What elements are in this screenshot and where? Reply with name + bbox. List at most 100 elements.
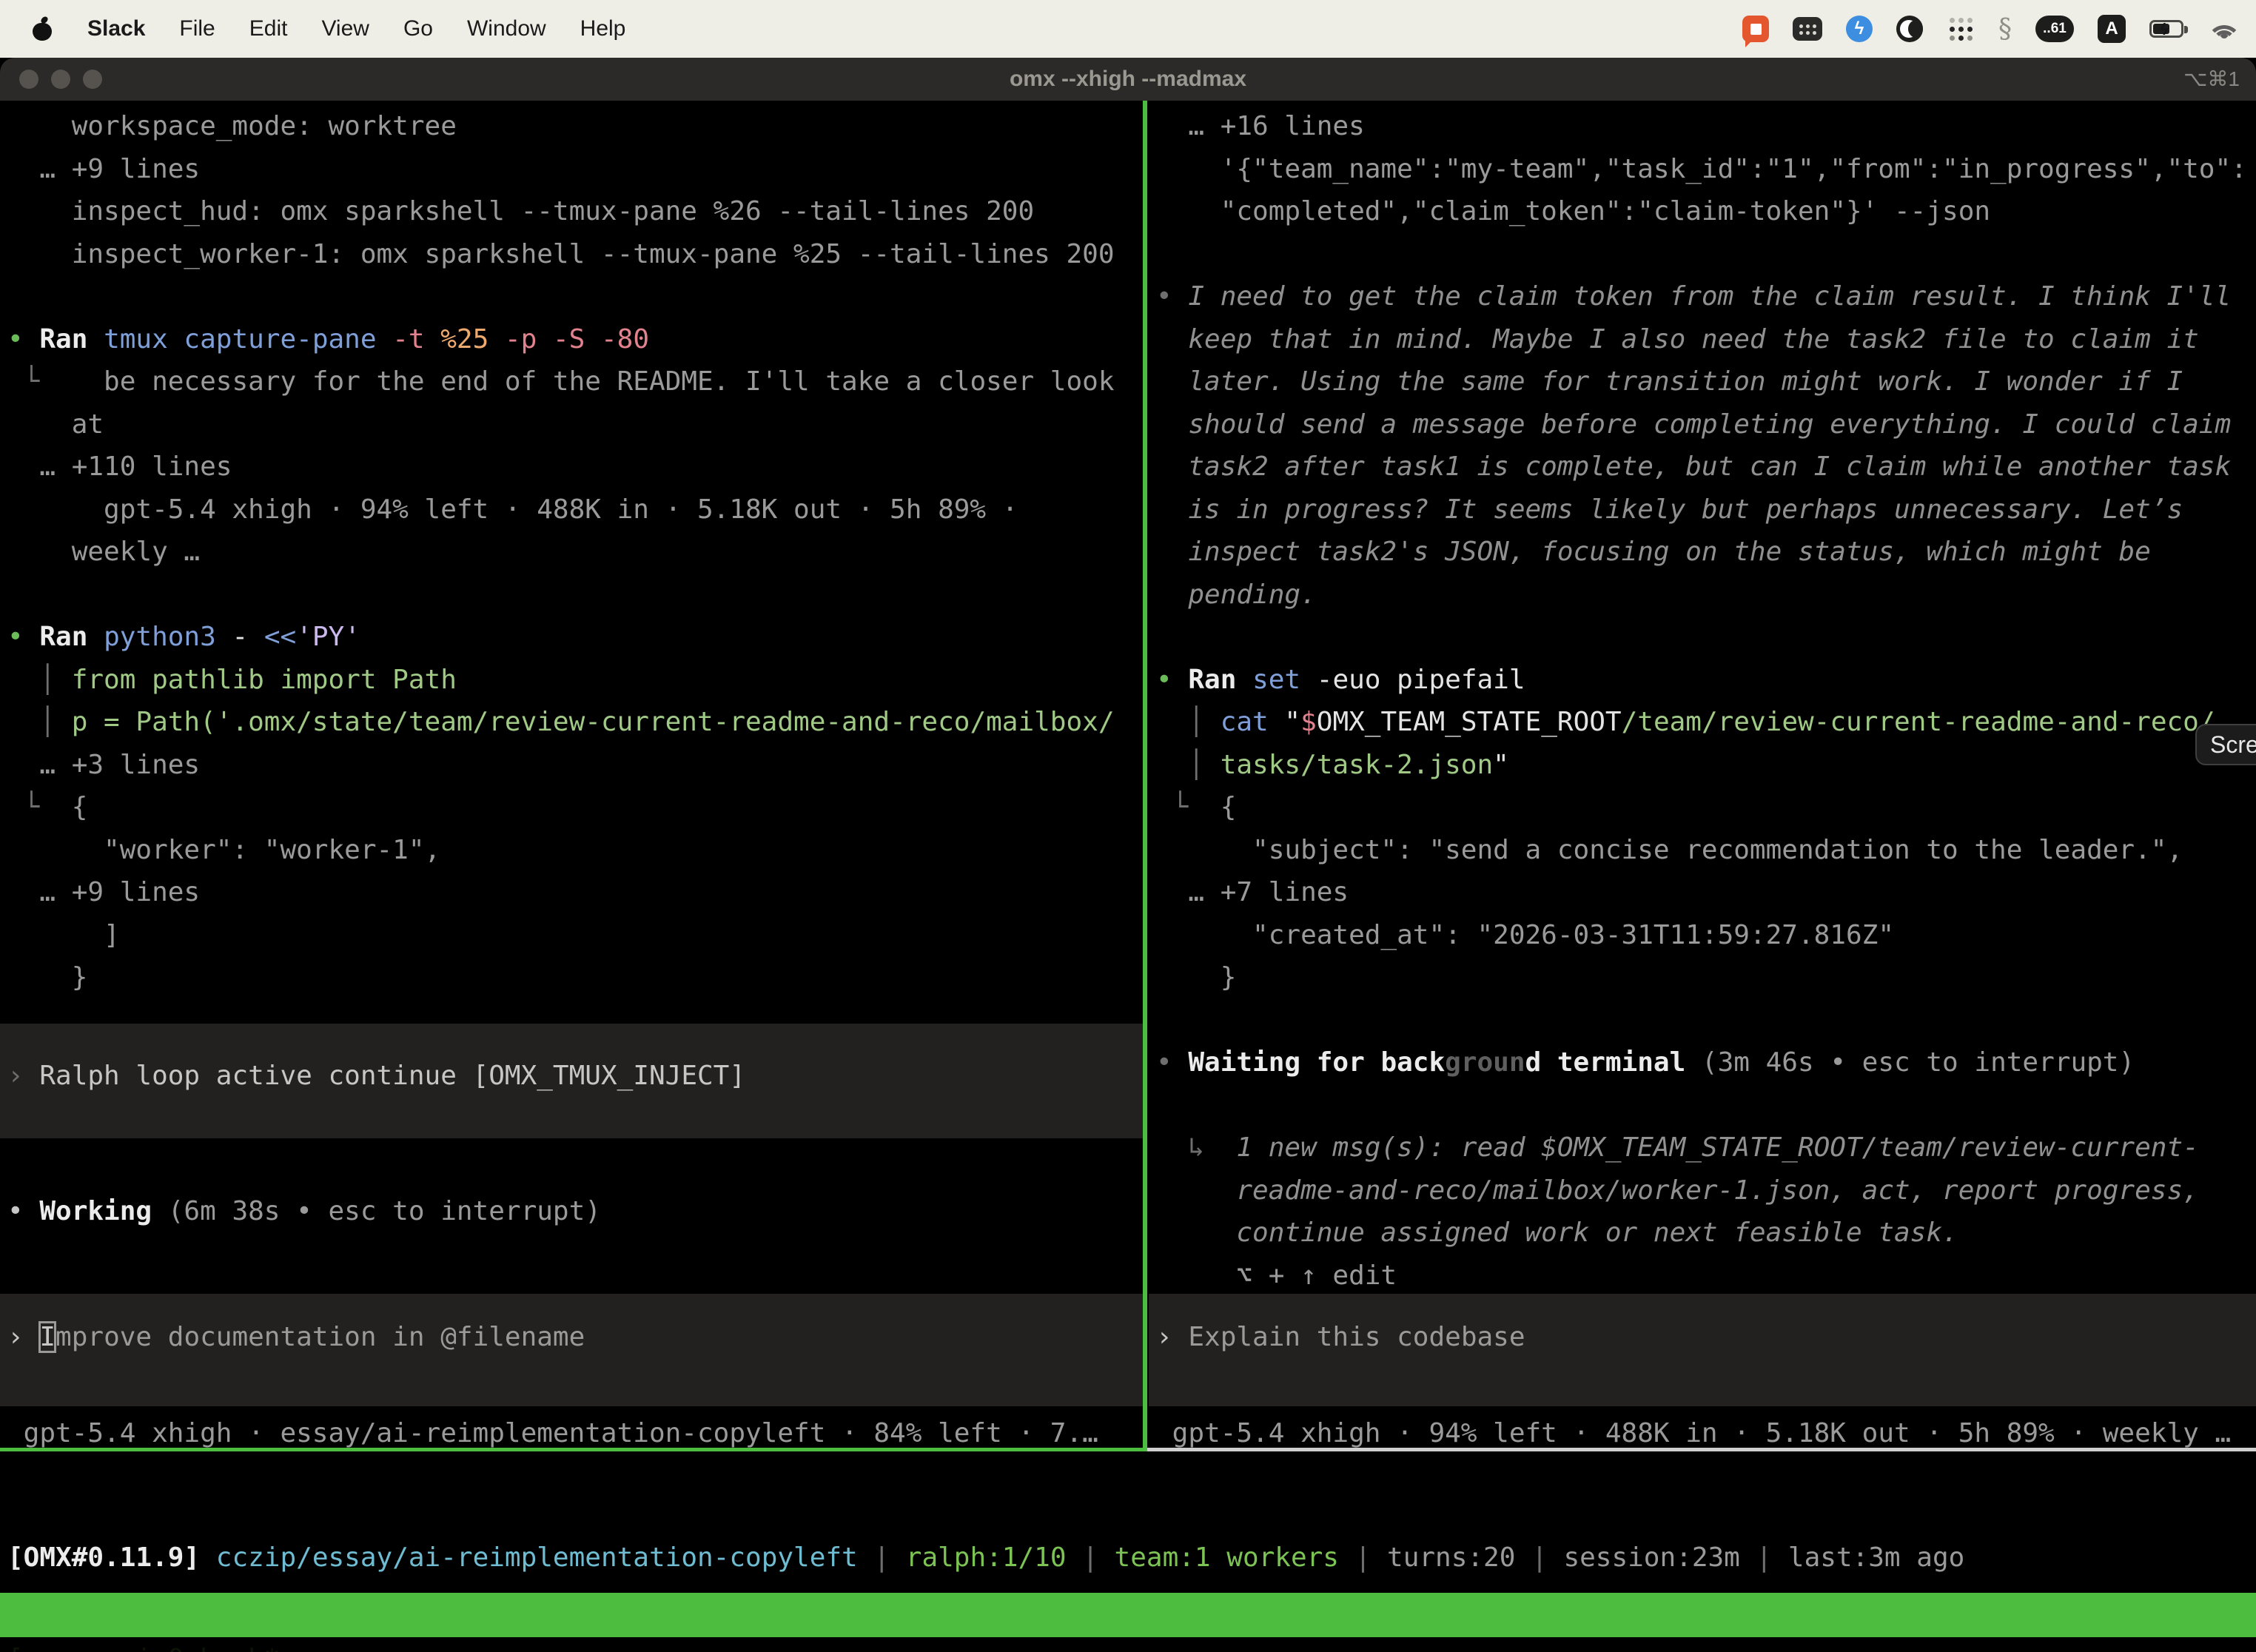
terminal-line: › Improve documentation in @filename bbox=[0, 1316, 1144, 1359]
menu-item-help[interactable]: Help bbox=[580, 16, 626, 41]
terminal-line: … +3 lines bbox=[7, 744, 1144, 787]
terminal-line: weekly … bbox=[7, 531, 1144, 574]
terminal-line: gpt-5.4 xhigh · 94% left · 488K in · 5.1… bbox=[1156, 1412, 2256, 1448]
dots-grid-icon[interactable] bbox=[1947, 15, 1975, 43]
terminal-line: '{"team_name":"my-team","task_id":"1","f… bbox=[1156, 148, 2256, 191]
chat-app-icon[interactable] bbox=[1742, 16, 1769, 42]
terminal-line: is in progress? It seems likely but perh… bbox=[1156, 488, 2256, 531]
terminal-line bbox=[7, 574, 1144, 617]
screen: Slack File Edit View Go Window Help ϟ § … bbox=[0, 0, 2256, 1652]
menu-item-go[interactable]: Go bbox=[403, 16, 433, 41]
prompt-input-right-text: › Explain this codebase bbox=[1149, 1316, 2256, 1359]
terminal-line bbox=[1156, 616, 2256, 659]
keyboard-app-icon[interactable] bbox=[1793, 17, 1822, 41]
terminal-line: … +9 lines bbox=[7, 148, 1144, 191]
prompt-input-right[interactable]: › Explain this codebase bbox=[1149, 1294, 2256, 1406]
window-title: omx --xhigh --madmax bbox=[1010, 58, 1246, 101]
terminal-line: │ tasks/task-2.json" bbox=[1156, 744, 2256, 787]
terminal-line: • Waiting for background terminal (3m 46… bbox=[1156, 1041, 2256, 1084]
wifi-icon[interactable] bbox=[2207, 18, 2241, 40]
window-titlebar[interactable]: omx --xhigh --madmax ⌥⌘1 bbox=[0, 58, 2256, 101]
menu-item-window[interactable]: Window bbox=[467, 16, 546, 41]
terminal-line: readme-and-reco/mailbox/worker-1.json, a… bbox=[1156, 1169, 2256, 1212]
apple-logo-icon[interactable] bbox=[33, 17, 52, 41]
terminal-line: ] bbox=[7, 914, 1144, 957]
terminal-line: inspect_hud: omx sparkshell --tmux-pane … bbox=[7, 190, 1144, 233]
menu-item-edit[interactable]: Edit bbox=[249, 16, 288, 41]
terminal-line: "completed","claim_token":"claim-token"}… bbox=[1156, 190, 2256, 233]
terminal-line: … +9 lines bbox=[7, 871, 1144, 914]
battery-charging-icon[interactable]: ϟ bbox=[2149, 20, 2183, 38]
menu-item-file[interactable]: File bbox=[179, 16, 215, 41]
terminal-line: │ cat "$OMX_TEAM_STATE_ROOT/team/review-… bbox=[1156, 701, 2256, 744]
terminal-line: • Ran set -euo pipefail bbox=[1156, 659, 2256, 702]
terminal-line bbox=[1156, 999, 2256, 1042]
terminal-line: • Working (6m 38s • esc to interrupt) bbox=[7, 1190, 1144, 1233]
menu-bar: Slack File Edit View Go Window Help ϟ § … bbox=[0, 0, 2256, 58]
terminal-line: • I need to get the claim token from the… bbox=[1156, 275, 2256, 318]
terminal-window: omx --xhigh --madmax ⌥⌘1 workspace_mode:… bbox=[0, 58, 2256, 1652]
terminal-line: gpt-5.4 xhigh · 94% left · 488K in · 5.1… bbox=[7, 488, 1144, 531]
input-source-icon[interactable]: A bbox=[2098, 15, 2126, 43]
terminal-line: keep that in mind. Maybe I also need the… bbox=[1156, 318, 2256, 361]
tmux-pane-right[interactable]: … +16 lines '{"team_name":"my-team","tas… bbox=[1149, 101, 2256, 1448]
tmux-status-bar: [omx-cczip0:bash* "MacBook-Pro-44.local"… bbox=[0, 1593, 2256, 1637]
left-conversation-log: workspace_mode: worktree … +9 lines insp… bbox=[7, 105, 1144, 999]
zoom-button[interactable] bbox=[83, 70, 102, 89]
terminal-line: └ be necessary for the end of the README… bbox=[7, 360, 1144, 403]
traffic-lights bbox=[19, 70, 102, 89]
ralph-loop-banner: › Ralph loop active continue [OMX_TMUX_I… bbox=[0, 1024, 1144, 1138]
window-shortcut-badge: ⌥⌘1 bbox=[2183, 58, 2240, 101]
left-model-statusline: gpt-5.4 xhigh · essay/ai-reimplementatio… bbox=[7, 1412, 1144, 1448]
crescent-app-icon[interactable] bbox=[1896, 16, 1923, 42]
terminal-line: › Explain this codebase bbox=[1149, 1316, 2256, 1359]
terminal-line: • Ran python3 - <<'PY' bbox=[7, 616, 1144, 659]
terminal-line: } bbox=[7, 956, 1144, 999]
terminal-line: [OMX#0.11.9] cczip/essay/ai-reimplementa… bbox=[7, 1537, 2250, 1579]
terminal-line: continue assigned work or next feasible … bbox=[1156, 1212, 2256, 1255]
terminal-line: task2 after task1 is complete, but can I… bbox=[1156, 446, 2256, 488]
terminal-line bbox=[1156, 233, 2256, 276]
minimize-button[interactable] bbox=[51, 70, 70, 89]
tmux-pane-divider[interactable] bbox=[1143, 101, 1147, 1448]
terminal-line: pending. bbox=[1156, 574, 2256, 617]
terminal-line: workspace_mode: worktree bbox=[7, 105, 1144, 148]
terminal-line: ↳ 1 new msg(s): read $OMX_TEAM_STATE_ROO… bbox=[1156, 1126, 2256, 1169]
tmux-pane-left[interactable]: workspace_mode: worktree … +9 lines insp… bbox=[0, 101, 1144, 1448]
terminal-line: gpt-5.4 xhigh · essay/ai-reimplementatio… bbox=[7, 1412, 1144, 1448]
close-button[interactable] bbox=[19, 70, 38, 89]
terminal-line: … +7 lines bbox=[1156, 871, 2256, 914]
terminal-line bbox=[7, 275, 1144, 318]
terminal-line: inspect_worker-1: omx sparkshell --tmux-… bbox=[7, 233, 1144, 276]
pane-border-horizontal-active[interactable] bbox=[0, 1448, 1147, 1451]
right-conversation-log: … +16 lines '{"team_name":"my-team","tas… bbox=[1156, 105, 2256, 1297]
terminal-line: } bbox=[1156, 956, 2256, 999]
terminal-line bbox=[1156, 1084, 2256, 1127]
menu-app-name[interactable]: Slack bbox=[87, 16, 145, 41]
terminal-line: ⌥ + ↑ edit bbox=[1156, 1255, 2256, 1297]
right-model-statusline: gpt-5.4 xhigh · 94% left · 488K in · 5.1… bbox=[1156, 1412, 2256, 1448]
terminal-line: at bbox=[7, 403, 1144, 446]
pane-border-horizontal-inactive[interactable] bbox=[1147, 1448, 2256, 1451]
terminal-line: │ from pathlib import Path bbox=[7, 659, 1144, 702]
menu-item-view[interactable]: View bbox=[321, 16, 369, 41]
working-status: • Working (6m 38s • esc to interrupt) bbox=[7, 1190, 1144, 1233]
screen-overlay-button[interactable]: Scre bbox=[2195, 724, 2256, 765]
terminal-line: should send a message before completing … bbox=[1156, 403, 2256, 446]
terminal-line: "subject": "send a concise recommendatio… bbox=[1156, 829, 2256, 872]
terminal-line: • Ran tmux capture-pane -t %25 -p -S -80 bbox=[7, 318, 1144, 361]
terminal-line: │ p = Path('.omx/state/team/review-curre… bbox=[7, 701, 1144, 744]
ralph-loop-banner-text: › Ralph loop active continue [OMX_TMUX_I… bbox=[0, 1055, 1144, 1098]
terminal-line: └ { bbox=[1156, 786, 2256, 829]
terminal-line: inspect task2's JSON, focusing on the st… bbox=[1156, 531, 2256, 574]
prompt-input-left[interactable]: › Improve documentation in @filename bbox=[0, 1294, 1144, 1406]
terminal-line: … +16 lines bbox=[1156, 105, 2256, 148]
terminal-line: … +110 lines bbox=[7, 446, 1144, 488]
prompt-input-left-text: › Improve documentation in @filename bbox=[0, 1316, 1144, 1359]
aqi-badge-icon[interactable]: ..61 bbox=[2035, 16, 2074, 42]
hook-icon[interactable]: § bbox=[1998, 14, 2012, 44]
tmux-session-label: [omx-cczip0:bash* bbox=[7, 1637, 280, 1652]
blue-lightning-app-icon[interactable]: ϟ bbox=[1846, 16, 1873, 42]
terminal-line: └ { bbox=[7, 786, 1144, 829]
terminal-line: "created_at": "2026-03-31T11:59:27.816Z" bbox=[1156, 914, 2256, 957]
